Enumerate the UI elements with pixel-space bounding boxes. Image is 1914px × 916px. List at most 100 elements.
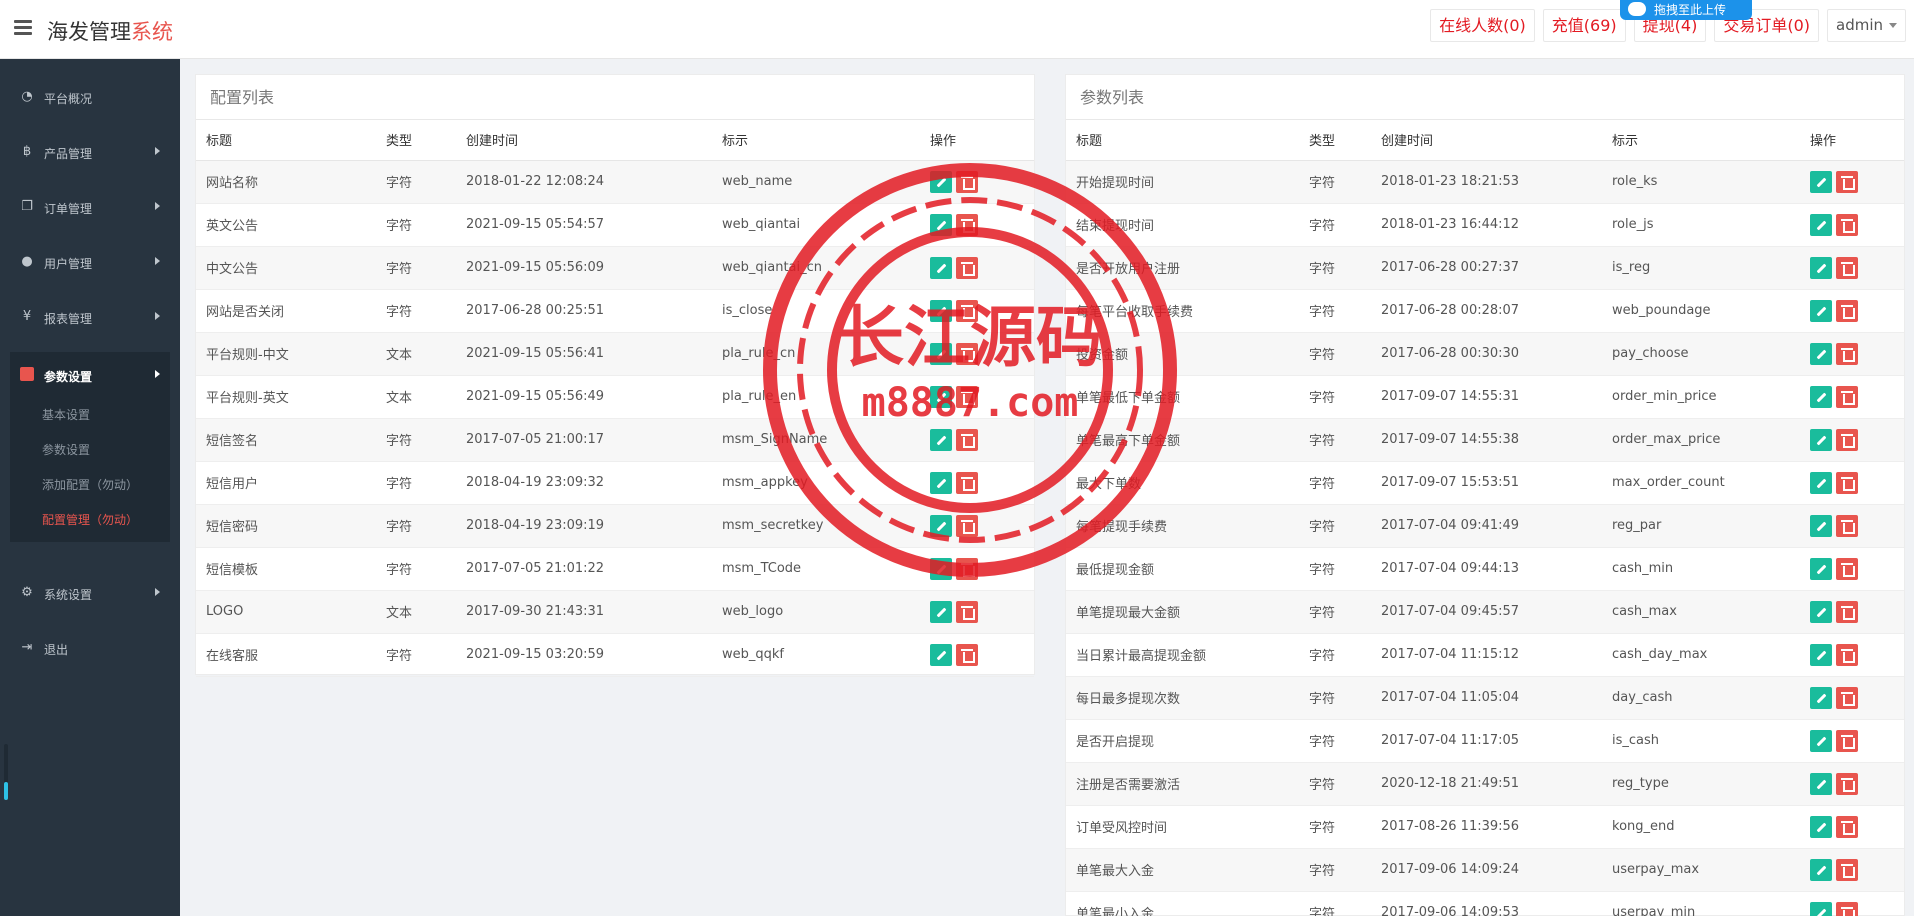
delete-icon[interactable] [1836,385,1858,408]
edit-icon[interactable] [1810,342,1832,365]
copy-icon: ❐ [21,199,33,214]
delete-icon[interactable] [1836,256,1858,279]
table-cell: 结束提现时间 [1066,203,1299,247]
sidebar-scrollbar[interactable] [4,744,8,800]
delete-icon[interactable] [956,643,978,666]
delete-icon[interactable] [1836,471,1858,494]
delete-icon[interactable] [1836,600,1858,623]
edit-icon[interactable] [1810,686,1832,709]
edit-icon[interactable] [930,428,952,451]
edit-icon[interactable] [930,643,952,666]
actions-cell [1800,547,1904,591]
edit-icon[interactable] [1810,299,1832,322]
table-cell: 2017-09-07 15:53:51 [1371,461,1602,505]
edit-icon[interactable] [1810,385,1832,408]
delete-icon[interactable] [956,385,978,408]
edit-icon[interactable] [1810,815,1832,838]
edit-icon[interactable] [930,256,952,279]
submenu-add-config[interactable]: 添加配置（勿动） [10,468,170,503]
delete-icon[interactable] [956,557,978,580]
edit-icon[interactable] [1810,256,1832,279]
edit-icon[interactable] [1810,643,1832,666]
sidebar-item-system[interactable]: ⚙ 系统设置 [0,567,180,621]
delete-icon[interactable] [1836,643,1858,666]
delete-icon[interactable] [956,471,978,494]
edit-icon[interactable] [930,299,952,322]
table-cell: web_name [712,160,920,204]
table-cell: 短信用户 [196,461,376,505]
delete-icon[interactable] [956,213,978,236]
edit-icon[interactable] [1810,600,1832,623]
delete-icon[interactable] [956,428,978,451]
table-cell: cash_min [1602,547,1800,591]
edit-icon[interactable] [1810,471,1832,494]
edit-icon[interactable] [930,385,952,408]
table-row: 最低提现金额 字符 2017-07-04 09:44:13 cash_min [1066,547,1904,591]
delete-icon[interactable] [1836,729,1858,752]
table-row: 是否开启提现 字符 2017-07-04 11:17:05 is_cash [1066,719,1904,763]
table-cell: 最大下单数 [1066,461,1299,505]
edit-icon[interactable] [1810,557,1832,580]
delete-icon[interactable] [1836,170,1858,193]
delete-icon[interactable] [1836,213,1858,236]
delete-icon[interactable] [1836,428,1858,451]
delete-icon[interactable] [1836,901,1858,916]
table-cell: 每笔平台收取手续费 [1066,289,1299,333]
submenu-param-settings[interactable]: 参数设置 [10,433,170,468]
edit-icon[interactable] [1810,729,1832,752]
edit-icon[interactable] [930,213,952,236]
table-cell: 2017-06-28 00:27:37 [1371,246,1602,290]
sidebar-item-products[interactable]: ฿ 产品管理 [0,126,180,180]
table-row: 当日累计最高提现金额 字符 2017-07-04 11:15:12 cash_day_… [1066,633,1904,677]
edit-icon[interactable] [930,557,952,580]
delete-icon[interactable] [956,342,978,365]
edit-icon[interactable] [1810,858,1832,881]
delete-icon[interactable] [956,514,978,537]
delete-icon[interactable] [1836,686,1858,709]
table-cell: 字符 [1299,848,1371,892]
actions-cell [920,203,1034,247]
table-cell: 字符 [376,246,456,290]
delete-icon[interactable] [956,256,978,279]
delete-icon[interactable] [956,299,978,322]
delete-icon[interactable] [956,600,978,623]
sidebar-item-overview[interactable]: ◔ 平台概况 [0,71,180,125]
sidebar-item-reports[interactable]: ¥ 报表管理 [0,291,180,345]
delete-icon[interactable] [1836,557,1858,580]
sidebar-item-logout[interactable]: ⇥ 退出 [0,622,180,676]
delete-icon[interactable] [1836,514,1858,537]
delete-icon[interactable] [956,170,978,193]
online-count-button[interactable]: 在线人数(0) [1430,9,1535,42]
table-cell: 在线客服 [196,633,376,677]
submenu-basic-settings[interactable]: 基本设置 [10,398,170,433]
edit-icon[interactable] [930,170,952,193]
admin-dropdown[interactable]: admin [1827,9,1906,42]
edit-icon[interactable] [1810,901,1832,916]
edit-icon[interactable] [930,514,952,537]
delete-icon[interactable] [1836,815,1858,838]
table-cell: 短信密码 [196,504,376,548]
sidebar-item-orders[interactable]: ❐ 订单管理 [0,181,180,235]
edit-icon[interactable] [1810,514,1832,537]
chevron-right-icon [155,147,160,155]
delete-icon[interactable] [1836,772,1858,795]
upload-drop-tip[interactable]: 拖拽至此上传 [1620,0,1752,20]
recharge-button[interactable]: 充值(69) [1542,9,1626,42]
sidebar-item-users[interactable]: ● 用户管理 [0,236,180,290]
sidebar-active-header[interactable]: 参数设置 [10,352,170,398]
edit-icon[interactable] [1810,213,1832,236]
edit-icon[interactable] [1810,170,1832,193]
edit-icon[interactable] [930,471,952,494]
edit-icon[interactable] [1810,772,1832,795]
edit-icon[interactable] [930,342,952,365]
submenu-config-manage[interactable]: 配置管理（勿动） [10,503,170,538]
table-cell: reg_par [1602,504,1800,548]
table-row: 单笔最高下单金额 字符 2017-09-07 14:55:38 order_max_p… [1066,418,1904,462]
delete-icon[interactable] [1836,342,1858,365]
edit-icon[interactable] [930,600,952,623]
edit-icon[interactable] [1810,428,1832,451]
delete-icon[interactable] [1836,299,1858,322]
menu-toggle-icon[interactable] [14,20,32,36]
table-cell: 最低提现金额 [1066,547,1299,591]
delete-icon[interactable] [1836,858,1858,881]
